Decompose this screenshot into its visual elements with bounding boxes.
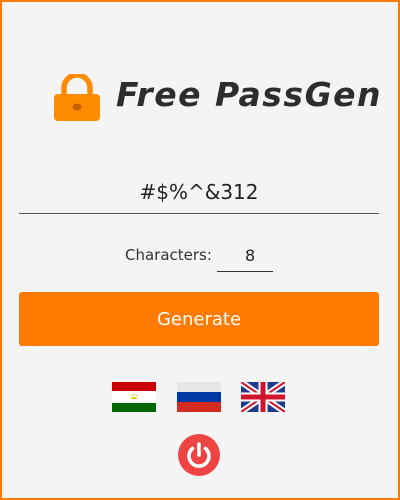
- characters-count-input[interactable]: [217, 240, 273, 272]
- padlock-icon: [54, 74, 100, 121]
- power-icon: [187, 442, 211, 468]
- app-header: Free PassGen: [2, 72, 398, 124]
- tajik-flag-icon[interactable]: [112, 382, 156, 412]
- app-window: Free PassGen Characters: Generate: [0, 0, 400, 500]
- app-title: Free PassGen: [116, 75, 383, 114]
- russian-flag-icon[interactable]: [177, 382, 221, 412]
- uk-flag-icon[interactable]: [241, 382, 285, 412]
- characters-label: Characters:: [125, 246, 212, 264]
- generate-button[interactable]: Generate: [19, 292, 379, 346]
- power-button[interactable]: [178, 434, 220, 476]
- password-output-field[interactable]: [19, 170, 379, 214]
